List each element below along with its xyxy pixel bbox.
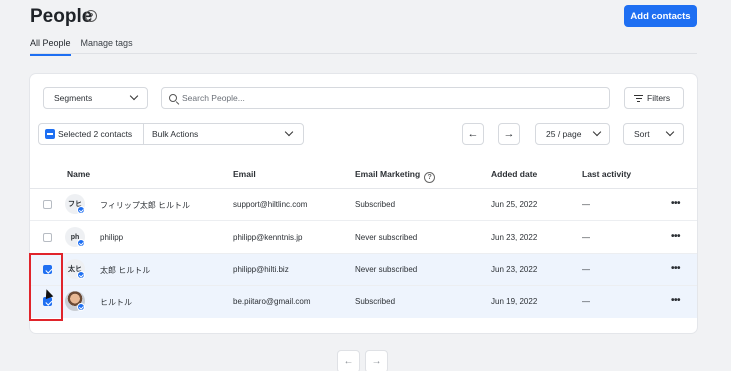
verified-badge-icon: [77, 271, 85, 279]
bulk-selection-bar: Selected 2 contacts Bulk Actions: [38, 123, 304, 145]
row-checkbox[interactable]: [43, 200, 52, 209]
selected-count[interactable]: Selected 2 contacts: [39, 124, 144, 144]
column-added-date[interactable]: Added date: [491, 169, 537, 179]
table-row[interactable]: ph philipp philipp@kenntnis.jp Never sub…: [30, 222, 697, 254]
tab-divider: [30, 53, 697, 54]
pagination-prev-button[interactable]: ←: [337, 350, 360, 371]
chevron-down-icon: [592, 127, 602, 137]
email-marketing-status: Never subscribed: [355, 233, 418, 242]
search-icon: [169, 94, 177, 102]
column-last-activity[interactable]: Last activity: [582, 169, 631, 179]
column-email-marketing-label: Email Marketing: [355, 169, 421, 179]
chevron-down-icon: [284, 127, 294, 137]
last-activity: —: [582, 297, 590, 306]
filters-label: Filters: [647, 93, 671, 103]
email-marketing-status: Never subscribed: [355, 265, 418, 274]
add-contacts-button[interactable]: Add contacts: [624, 5, 697, 27]
contact-name[interactable]: ヒルトル: [100, 297, 132, 308]
bulk-actions-label: Bulk Actions: [152, 129, 199, 139]
contact-name[interactable]: philipp: [100, 233, 123, 242]
contact-email: support@hiltlinc.com: [233, 200, 308, 209]
question-circle-icon[interactable]: ?: [424, 172, 436, 183]
table-row[interactable]: ヒルトル be.piitaro@gmail.com Subscribed Jun…: [30, 286, 697, 318]
email-marketing-status: Subscribed: [355, 297, 396, 306]
table-row[interactable]: 太ヒ 太郎 ヒルトル philipp@hilti.biz Never subsc…: [30, 254, 697, 286]
last-activity: —: [582, 200, 590, 209]
arrow-left-icon: ←: [467, 128, 479, 140]
people-card: Segments Search People... Filters Select…: [30, 74, 697, 333]
per-page-label: 25 / page: [546, 129, 582, 139]
filter-icon: [634, 95, 643, 103]
added-date: Jun 25, 2022: [491, 200, 538, 209]
annotation-highlight-box: [29, 253, 63, 321]
sort-label: Sort: [634, 129, 650, 139]
column-email[interactable]: Email: [233, 169, 256, 179]
segments-label: Segments: [54, 93, 93, 103]
prev-page-button[interactable]: ←: [462, 123, 484, 145]
added-date: Jun 19, 2022: [491, 297, 538, 306]
per-page-select[interactable]: 25 / page: [535, 123, 610, 145]
selected-count-label: Selected 2 contacts: [58, 129, 133, 139]
arrow-left-icon: ←: [343, 356, 354, 367]
sort-dropdown[interactable]: Sort: [623, 123, 684, 145]
contact-name[interactable]: 太郎 ヒルトル: [100, 265, 150, 276]
segments-dropdown[interactable]: Segments: [43, 87, 148, 109]
contact-email: philipp@kenntnis.jp: [233, 233, 303, 242]
chevron-down-icon: [665, 127, 675, 137]
added-date: Jun 23, 2022: [491, 265, 538, 274]
next-page-button[interactable]: →: [498, 123, 520, 145]
contact-email: philipp@hilti.biz: [233, 265, 289, 274]
column-name[interactable]: Name: [67, 169, 90, 179]
row-checkbox[interactable]: [43, 233, 52, 242]
search-placeholder: Search People...: [182, 93, 245, 103]
last-activity: —: [582, 233, 590, 242]
more-options-icon[interactable]: •••: [671, 295, 681, 306]
email-marketing-status: Subscribed: [355, 200, 396, 209]
arrow-right-icon: →: [371, 356, 382, 367]
more-options-icon[interactable]: •••: [671, 198, 681, 209]
pagination-next-button[interactable]: →: [365, 350, 388, 371]
last-activity: —: [582, 265, 590, 274]
more-options-icon[interactable]: •••: [671, 231, 681, 242]
page-title: People: [30, 6, 93, 27]
search-input[interactable]: Search People...: [161, 87, 610, 109]
contact-email: be.piitaro@gmail.com: [233, 297, 311, 306]
indeterminate-checkbox-icon[interactable]: [45, 129, 55, 139]
column-email-marketing[interactable]: Email Marketing?: [355, 169, 436, 183]
arrow-right-icon: →: [503, 128, 515, 140]
filters-button[interactable]: Filters: [624, 87, 684, 109]
verified-badge-icon: [77, 239, 85, 247]
table-header: Name Email Email Marketing? Added date L…: [30, 166, 697, 184]
contact-name[interactable]: フィリップ太郎 ヒルトル: [100, 200, 190, 211]
verified-badge-icon: [77, 303, 85, 311]
more-options-icon[interactable]: •••: [671, 263, 681, 274]
added-date: Jun 23, 2022: [491, 233, 538, 242]
verified-badge-icon: [77, 206, 85, 214]
help-icon[interactable]: ?: [85, 10, 97, 22]
chevron-down-icon: [129, 91, 139, 101]
bulk-actions-dropdown[interactable]: Bulk Actions: [152, 124, 198, 144]
table-row[interactable]: フヒ フィリップ太郎 ヒルトル support@hiltlinc.com Sub…: [30, 189, 697, 221]
